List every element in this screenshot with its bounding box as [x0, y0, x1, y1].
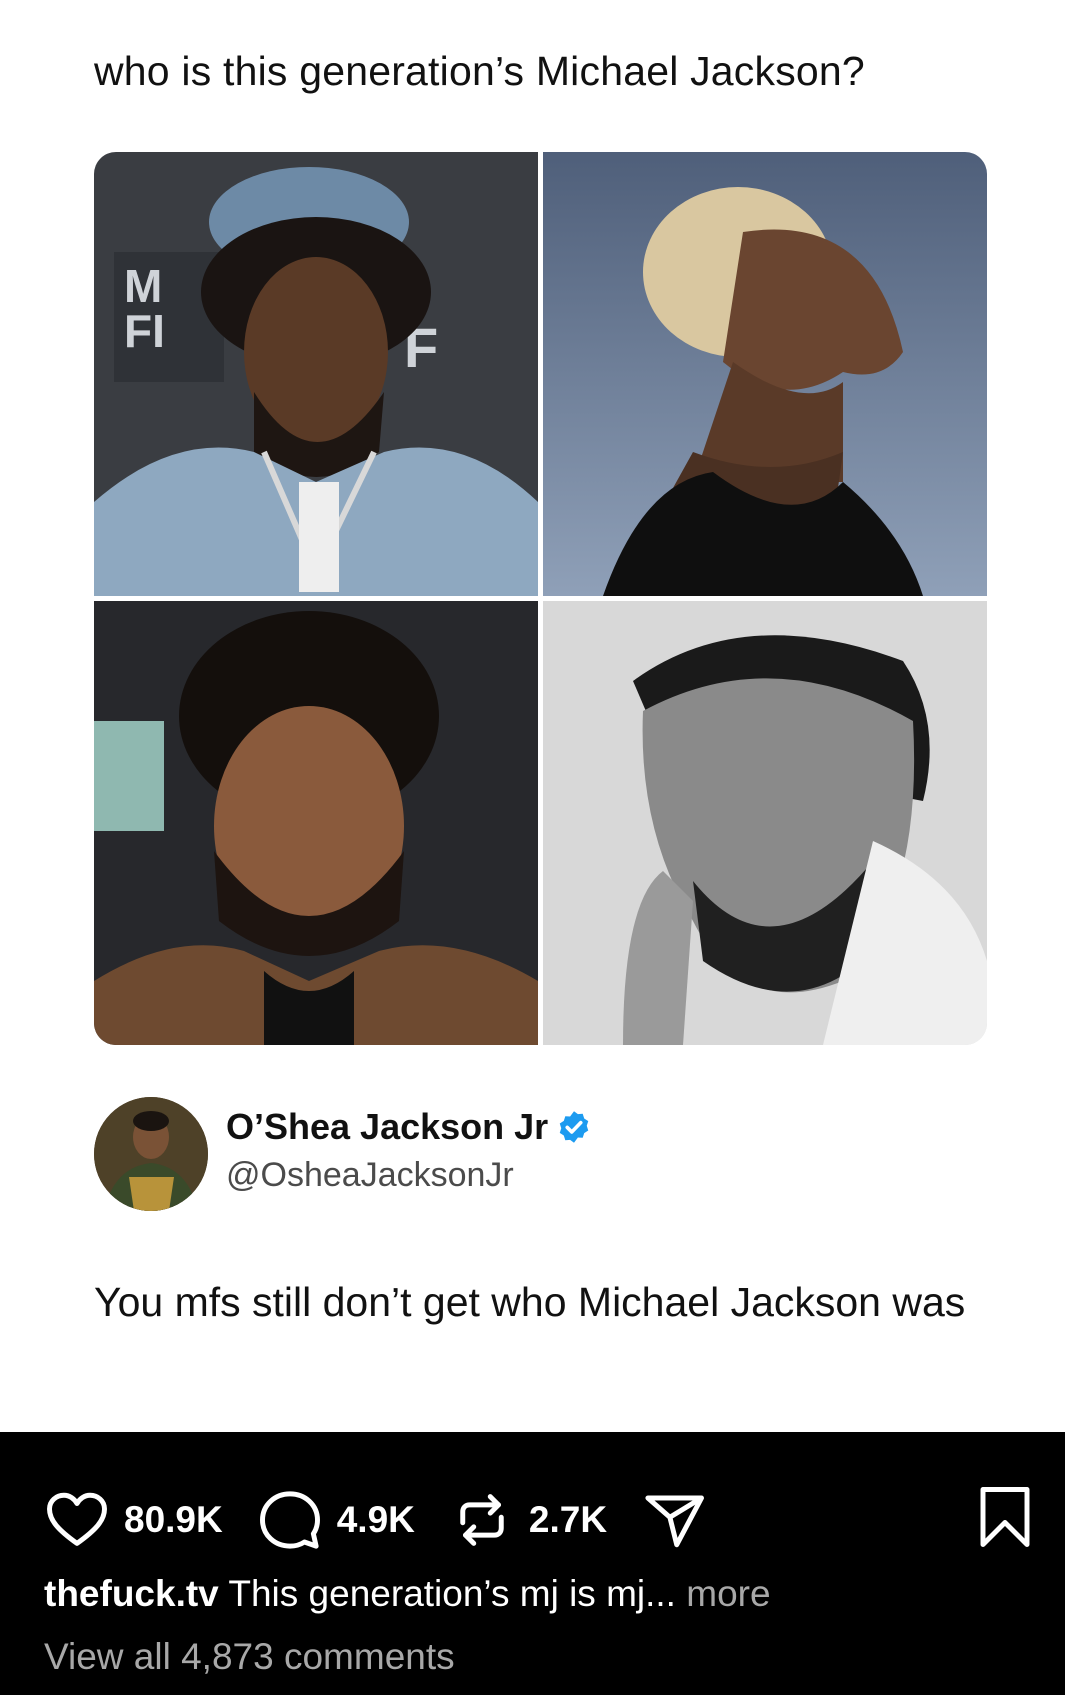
reply-author-label: O’Shea Jackson Jr [226, 1106, 549, 1147]
tweet-card: who is this generation’s Michael Jackson… [0, 0, 1065, 1432]
repost-icon [460, 1494, 504, 1546]
heart-icon [47, 1492, 107, 1546]
view-all-comments-link[interactable]: View all 4,873 comments [44, 1636, 455, 1678]
caption-username[interactable]: thefuck.tv [44, 1573, 219, 1614]
photo-bottom-right[interactable] [543, 601, 987, 1045]
caption-text: This generation’s mj is mj... [218, 1573, 676, 1614]
send-icon [645, 1495, 705, 1548]
reply-author-name[interactable]: O’Shea Jackson Jr [226, 1106, 592, 1148]
photo-bottom-left[interactable] [94, 601, 538, 1045]
post-actions: 80.9K 4.9K 2.7K [44, 1488, 741, 1552]
comment-button[interactable]: 4.9K [257, 1487, 415, 1553]
repost-count: 2.7K [528, 1499, 608, 1540]
post-caption: thefuck.tv This generation’s mj is mj...… [44, 1573, 771, 1615]
comment-bubble-icon [259, 1491, 320, 1549]
like-count: 80.9K [124, 1499, 223, 1540]
photo-top-right[interactable] [543, 152, 987, 596]
reply-avatar[interactable] [94, 1097, 208, 1211]
photo-top-left[interactable]: M FI F [94, 152, 538, 596]
comment-count: 4.9K [336, 1499, 415, 1540]
repost-button[interactable]: 2.7K [449, 1487, 607, 1553]
reply-text: You mfs still don’t get who Michael Jack… [94, 1279, 966, 1325]
svg-text:FI: FI [124, 305, 165, 357]
reply-author-handle[interactable]: @OsheaJacksonJr [226, 1156, 514, 1195]
bookmark-icon [980, 1487, 1030, 1547]
verified-badge-icon [556, 1109, 592, 1145]
post-question: who is this generation’s Michael Jackson… [94, 48, 865, 94]
image-grid: M FI F [94, 152, 987, 1045]
save-button[interactable] [972, 1484, 1038, 1550]
caption-more-link[interactable]: more [676, 1573, 770, 1614]
like-button[interactable]: 80.9K [44, 1487, 223, 1553]
share-button[interactable] [641, 1487, 707, 1553]
